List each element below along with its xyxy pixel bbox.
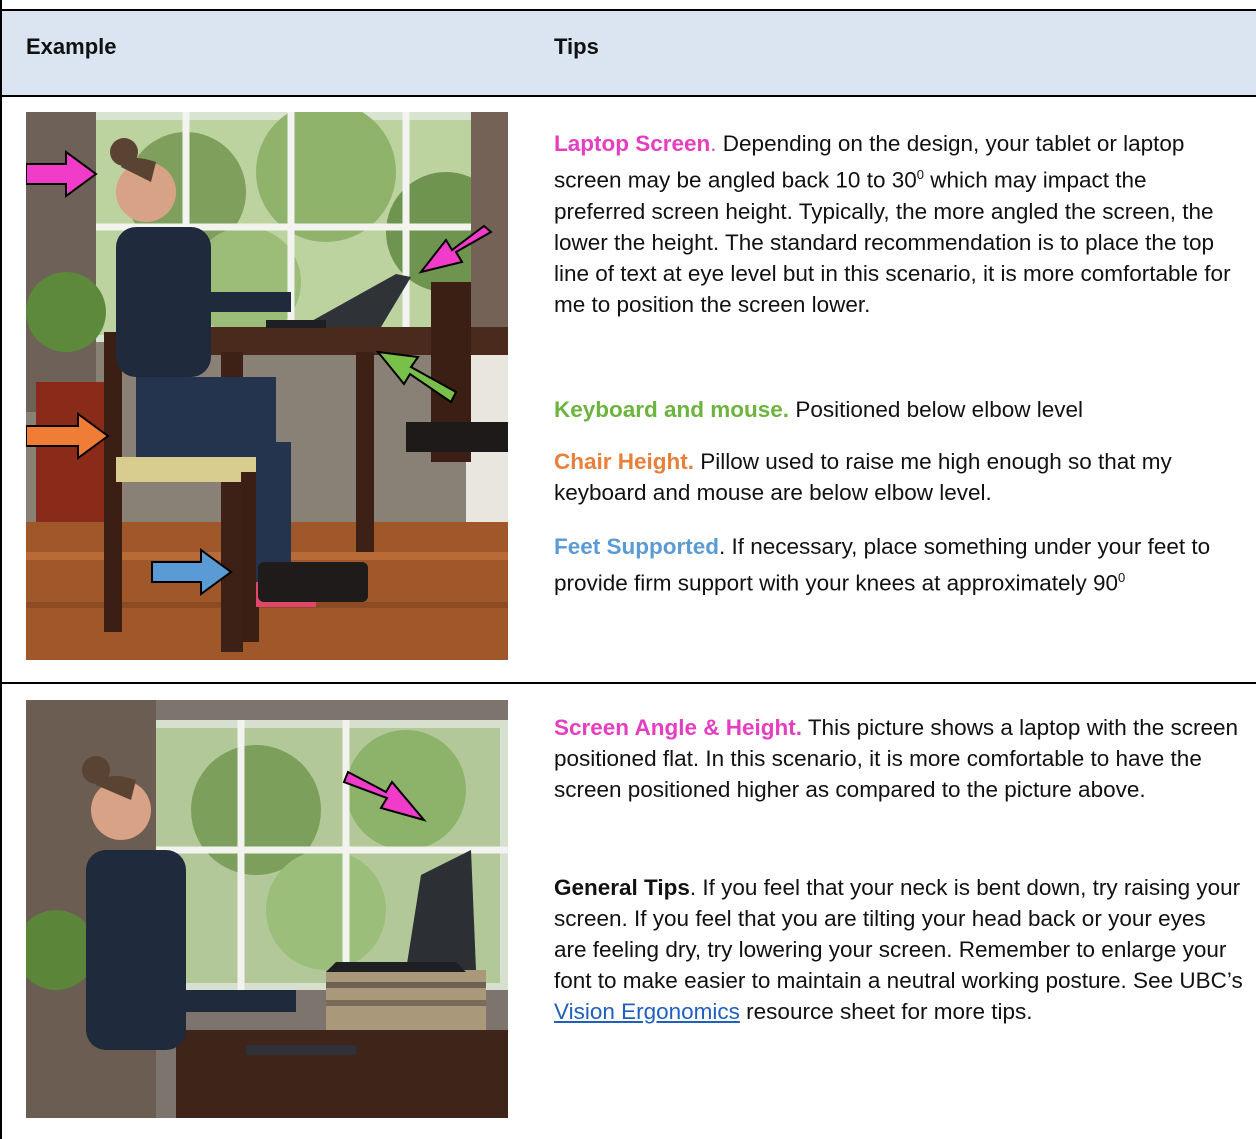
table-header-row — [2, 11, 1256, 95]
column-header-tips: Tips — [554, 34, 599, 59]
vision-ergonomics-link[interactable]: Vision Ergonomics — [554, 999, 740, 1024]
tip-screen-angle-height: Screen Angle & Height. This picture show… — [554, 712, 1244, 805]
example-photo-laptop-angled — [26, 112, 508, 660]
tip-title-screen-angle-height: Screen Angle & Height. — [554, 715, 802, 740]
tip-text-keyboard-mouse: Positioned below elbow level — [789, 397, 1083, 422]
tip-title-keyboard-mouse: Keyboard and mouse. — [554, 397, 790, 422]
column-header-example: Example — [26, 34, 117, 59]
example-photo-laptop-flat — [26, 700, 508, 1118]
degree-superscript: 0 — [1118, 570, 1126, 585]
tip-title-chair-height: Chair Height. — [554, 449, 695, 474]
tip-title-general: General Tips — [554, 875, 690, 900]
degree-superscript: 0 — [916, 167, 924, 182]
tip-laptop-screen: Laptop Screen. Depending on the design, … — [554, 128, 1244, 320]
tip-text-general-tail: resource sheet for more tips. — [739, 999, 1033, 1024]
tip-title-feet-supported: Feet Supported — [554, 534, 720, 559]
table-border-top — [0, 9, 1256, 11]
tip-general: General Tips. If you feel that your neck… — [554, 872, 1244, 1027]
tip-keyboard-mouse: Keyboard and mouse. Positioned below elb… — [554, 394, 1244, 425]
tip-title-laptop-screen: Laptop Screen — [554, 131, 711, 156]
tip-feet-supported: Feet Supported. If necessary, place some… — [554, 531, 1244, 599]
row-divider — [0, 95, 1256, 97]
row-divider — [0, 682, 1256, 684]
tip-chair-height: Chair Height. Pillow used to raise me hi… — [554, 446, 1244, 508]
tips-table: Example Tips Laptop Screen. Depending on… — [0, 0, 1256, 1139]
table-border-left — [0, 0, 2, 1139]
